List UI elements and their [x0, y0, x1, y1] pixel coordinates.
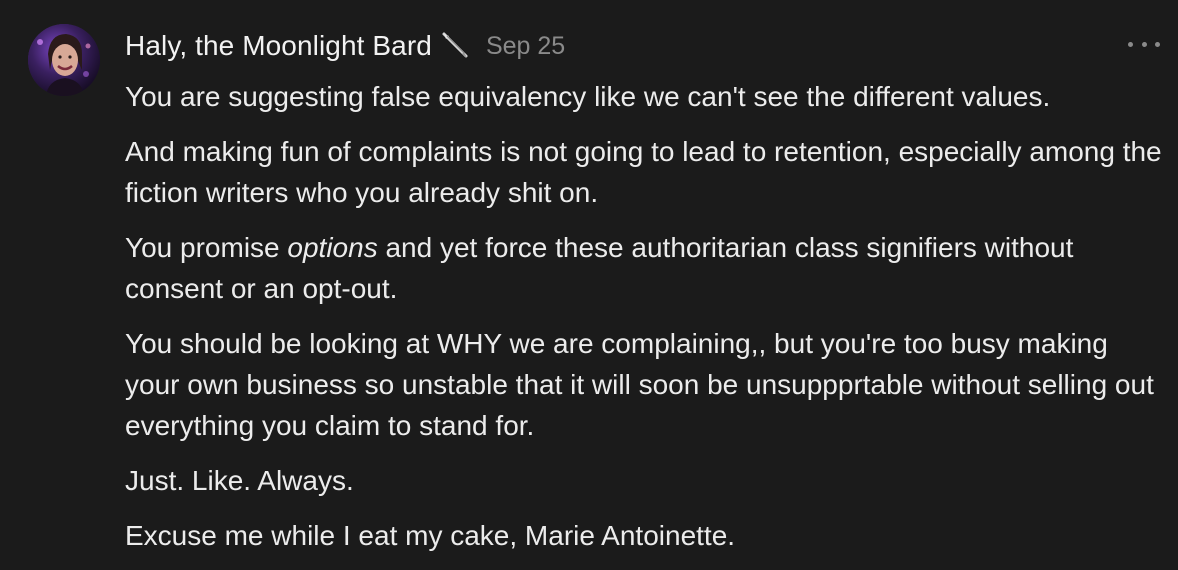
avatar[interactable] — [28, 24, 100, 96]
comment-body: You are suggesting false equivalency lik… — [125, 76, 1165, 570]
comment-card: Haly, the Moonlight Bard Sep 25 You are … — [0, 0, 1178, 570]
comment-paragraph: You are suggesting false equivalency lik… — [125, 81, 1051, 112]
comment-header: Haly, the Moonlight Bard Sep 25 — [125, 28, 565, 64]
post-date[interactable]: Sep 25 — [486, 32, 565, 61]
quill-pen-icon — [440, 31, 470, 61]
comment-paragraph: And making fun of complaints is not goin… — [125, 136, 1162, 208]
more-options-icon[interactable] — [1128, 30, 1160, 58]
comment-paragraph: Excuse me while I eat my cake, Marie Ant… — [125, 520, 736, 551]
comment-paragraph: You should be looking at WHY we are comp… — [125, 328, 1154, 441]
comment-paragraph: Just. Like. Always. — [125, 465, 354, 496]
paragraph-text: You promise — [125, 232, 288, 263]
comment-paragraph: You promise options and yet force these … — [125, 227, 1165, 309]
avatar-image — [28, 24, 100, 96]
emphasized-text: options — [287, 232, 378, 263]
author-name[interactable]: Haly, the Moonlight Bard — [125, 30, 432, 62]
